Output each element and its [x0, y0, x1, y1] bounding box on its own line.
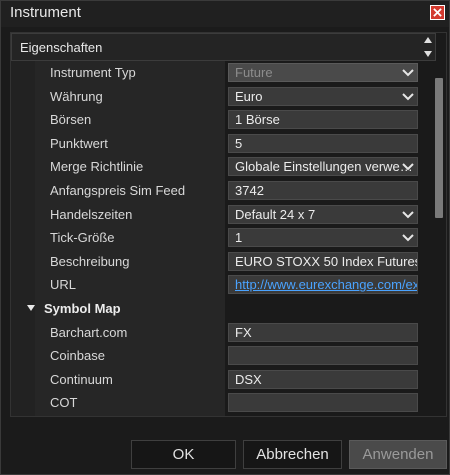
property-row[interactable]: Coinbase	[11, 344, 426, 367]
group-row[interactable]: Symbol Map	[11, 297, 426, 320]
property-row[interactable]: Anfangspreis Sim Feed 3742	[11, 179, 426, 202]
property-link[interactable]: http://www.eurexchange.com/exch	[228, 275, 418, 295]
property-value-field[interactable]	[228, 346, 418, 366]
property-value: 3742	[235, 183, 264, 198]
sort-arrows[interactable]	[424, 36, 432, 58]
property-value: Globale Einstellungen verwe…	[235, 159, 413, 175]
property-row[interactable]: Barchart.com FX	[11, 321, 426, 344]
property-label: Tick-Größe	[50, 230, 115, 246]
property-row[interactable]: URL http://www.eurexchange.com/exch	[11, 273, 426, 296]
property-label: Währung	[50, 88, 103, 104]
sort-down-icon[interactable]	[424, 50, 432, 58]
property-value-field[interactable]	[228, 393, 418, 413]
property-select[interactable]: 1	[228, 228, 418, 248]
property-value: DSX	[235, 371, 262, 387]
apply-button[interactable]: Anwenden	[349, 440, 447, 469]
property-row[interactable]: Beschreibung EURO STOXX 50 Index Futures	[11, 250, 426, 273]
property-value: http://www.eurexchange.com/exch	[235, 277, 418, 293]
property-value: Euro	[235, 88, 263, 104]
vertical-scrollbar[interactable]	[434, 78, 445, 416]
ok-button[interactable]: OK	[131, 440, 236, 469]
property-row[interactable]: Börsen 1 Börse	[11, 108, 426, 131]
property-value: 5	[235, 135, 243, 151]
property-value: 1	[235, 230, 243, 246]
property-value: EURO STOXX 50 Index Futures	[235, 253, 418, 269]
property-label: Börsen	[50, 112, 92, 128]
group-title: Symbol Map	[44, 301, 121, 316]
property-select[interactable]: Euro	[228, 86, 418, 106]
chevron-down-icon	[402, 69, 414, 77]
properties-panel: Eigenschaften Instrument Typ Future Währun…	[10, 32, 447, 417]
scrollbar-thumb[interactable]	[435, 78, 443, 218]
property-label: Merge Richtlinie	[50, 159, 144, 175]
section-title: Eigenschaften	[20, 40, 103, 55]
property-label: Coinbase	[50, 348, 105, 364]
property-value-field[interactable]: 1 Börse	[228, 110, 418, 130]
property-value: 1 Börse	[235, 112, 280, 128]
window-title: Instrument	[10, 4, 81, 21]
chevron-down-icon	[402, 163, 414, 171]
cancel-button[interactable]: Abbrechen	[243, 440, 342, 469]
property-value: Future	[235, 65, 273, 80]
sort-up-icon[interactable]	[424, 36, 432, 44]
collapse-caret-icon[interactable]	[27, 305, 35, 311]
property-row[interactable]: Punktwert 5	[11, 132, 426, 155]
property-label: Punktwert	[50, 135, 108, 151]
property-value-field[interactable]: DSX	[228, 369, 418, 389]
property-select[interactable]: Default 24 x 7	[228, 204, 418, 224]
property-label: COT	[50, 395, 78, 411]
property-row[interactable]: Handelszeiten Default 24 x 7	[11, 203, 426, 226]
property-value-field[interactable]: 5	[228, 133, 418, 153]
property-label: Barchart.com	[50, 324, 128, 340]
property-value-field[interactable]: 3742	[228, 181, 418, 200]
close-button[interactable]	[430, 5, 445, 20]
chevron-down-icon	[402, 210, 414, 219]
property-row[interactable]: Continuum DSX	[11, 368, 426, 391]
property-row[interactable]: COT	[11, 391, 426, 414]
instrument-dialog: Instrument Eigenschaften Instrument Typ F…	[0, 0, 450, 475]
property-row[interactable]: Tick-Größe 1	[11, 226, 426, 249]
title-bar[interactable]: Instrument	[1, 1, 449, 27]
property-label: Instrument Typ	[50, 65, 136, 80]
property-label: Anfangspreis Sim Feed	[50, 183, 186, 198]
property-value-field[interactable]: EURO STOXX 50 Index Futures	[228, 251, 418, 271]
property-label: Handelszeiten	[50, 206, 133, 222]
property-grid: Instrument Typ Future Währung Euro Börsen 1 B…	[11, 61, 426, 416]
chevron-down-icon	[402, 234, 414, 242]
property-label: Beschreibung	[50, 253, 130, 269]
property-value: FX	[235, 324, 252, 340]
property-label: Continuum	[50, 371, 113, 387]
section-header: Eigenschaften	[11, 33, 436, 61]
property-row[interactable]: Währung Euro	[11, 85, 426, 108]
property-value-field[interactable]: FX	[228, 322, 418, 342]
property-label: URL	[50, 277, 77, 293]
property-row[interactable]: Merge Richtlinie Globale Einstellungen ve…	[11, 155, 426, 178]
property-select: Future	[228, 63, 418, 82]
close-icon	[433, 8, 442, 17]
property-row-partial	[11, 415, 426, 416]
chevron-down-icon	[402, 92, 414, 101]
property-row[interactable]: Instrument Typ Future	[11, 61, 426, 84]
property-value: Default 24 x 7	[235, 206, 316, 222]
property-select[interactable]: Globale Einstellungen verwe…	[228, 157, 418, 177]
